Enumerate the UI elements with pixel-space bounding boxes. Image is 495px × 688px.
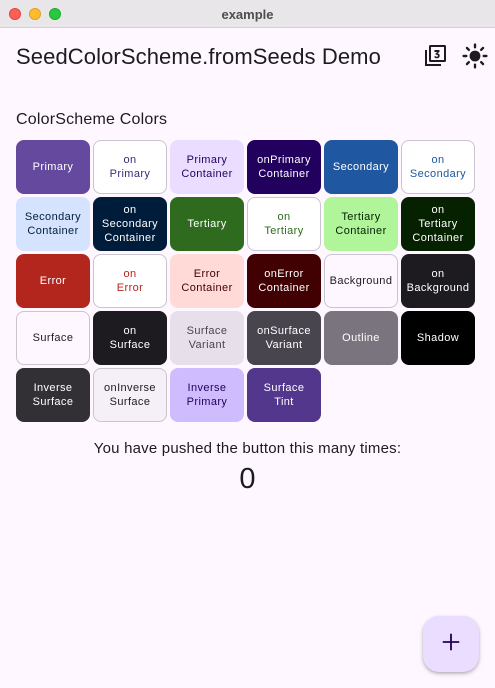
color-swatch: onPrimary Container: [247, 140, 321, 194]
color-swatch-label: Background: [329, 275, 393, 287]
color-swatch-label: on Primary: [109, 154, 151, 180]
color-swatch: Background: [324, 254, 398, 308]
add-icon: [440, 631, 462, 658]
increment-fab[interactable]: [423, 616, 479, 672]
color-swatch: Primary Container: [170, 140, 244, 194]
color-swatch-label: Inverse Surface: [32, 382, 74, 408]
color-swatch-label: Tertiary Container: [335, 211, 387, 237]
color-swatch: Inverse Primary: [170, 368, 244, 422]
color-swatch-label: Surface: [32, 332, 74, 344]
color-swatch: Outline: [324, 311, 398, 365]
color-swatch-label: Inverse Primary: [186, 382, 228, 408]
color-swatch-label: Primary Container: [181, 154, 233, 180]
section-title: ColorScheme Colors: [16, 111, 168, 128]
color-swatch: Surface Tint: [247, 368, 321, 422]
color-swatch: on Tertiary: [247, 197, 321, 251]
color-swatch: Secondary Container: [16, 197, 90, 251]
color-swatch: Inverse Surface: [16, 368, 90, 422]
brightness-icon[interactable]: [461, 42, 489, 70]
color-swatch: onInverse Surface: [93, 368, 167, 422]
color-swatch-label: Shadow: [416, 332, 460, 344]
color-swatch: on Surface: [93, 311, 167, 365]
color-swatch: Surface: [16, 311, 90, 365]
color-swatch: on Background: [401, 254, 475, 308]
color-swatch-label: on Tertiary Container: [412, 204, 464, 244]
color-swatch: Tertiary: [170, 197, 244, 251]
counter-value: 0: [239, 463, 256, 495]
color-swatch-label: Error Container: [181, 268, 233, 294]
color-swatch-label: on Background: [406, 268, 470, 294]
color-swatch: on Secondary Container: [93, 197, 167, 251]
color-swatch: onSurface Variant: [247, 311, 321, 365]
color-swatch-label: onError Container: [258, 268, 310, 294]
color-swatch: on Error: [93, 254, 167, 308]
color-swatch-label: onInverse Surface: [104, 382, 156, 408]
color-swatch-label: onSurface Variant: [257, 325, 311, 351]
color-swatch: Error: [16, 254, 90, 308]
color-swatch-label: on Secondary: [409, 154, 467, 180]
page-title: SeedColorScheme.fromSeeds Demo: [16, 44, 381, 69]
color-swatch: Secondary: [324, 140, 398, 194]
filter-3-icon[interactable]: [421, 42, 449, 70]
color-swatch-label: Surface Variant: [186, 325, 228, 351]
color-swatch-grid: Primary on Primary Primary Container onPrim…: [16, 140, 475, 422]
color-swatch: Surface Variant: [170, 311, 244, 365]
app-window: example SeedColorScheme.fromSeeds Demo C…: [0, 0, 495, 688]
color-swatch-label: on Secondary Container: [101, 204, 159, 244]
color-swatch-label: Surface Tint: [263, 382, 305, 408]
window-titlebar: example: [0, 0, 495, 28]
color-swatch-label: Tertiary: [187, 218, 227, 230]
color-swatch: Shadow: [401, 311, 475, 365]
color-swatch: Error Container: [170, 254, 244, 308]
color-swatch: on Secondary: [401, 140, 475, 194]
color-swatch: Primary: [16, 140, 90, 194]
color-swatch-label: onPrimary Container: [257, 154, 311, 180]
color-swatch-label: Secondary Container: [24, 211, 82, 237]
color-swatch: on Primary: [93, 140, 167, 194]
color-swatch-label: on Error: [116, 268, 144, 294]
color-swatch: on Tertiary Container: [401, 197, 475, 251]
counter-label: You have pushed the button this many tim…: [93, 440, 402, 457]
color-swatch: onError Container: [247, 254, 321, 308]
window-title: example: [221, 7, 274, 22]
color-swatch-label: Primary: [32, 161, 74, 173]
color-swatch-label: Error: [39, 275, 67, 287]
color-swatch-label: Outline: [342, 332, 380, 344]
color-swatch-label: on Surface: [109, 325, 151, 351]
color-swatch-label: Secondary: [332, 161, 390, 173]
color-swatch-label: on Tertiary: [264, 211, 304, 237]
color-swatch: Tertiary Container: [324, 197, 398, 251]
